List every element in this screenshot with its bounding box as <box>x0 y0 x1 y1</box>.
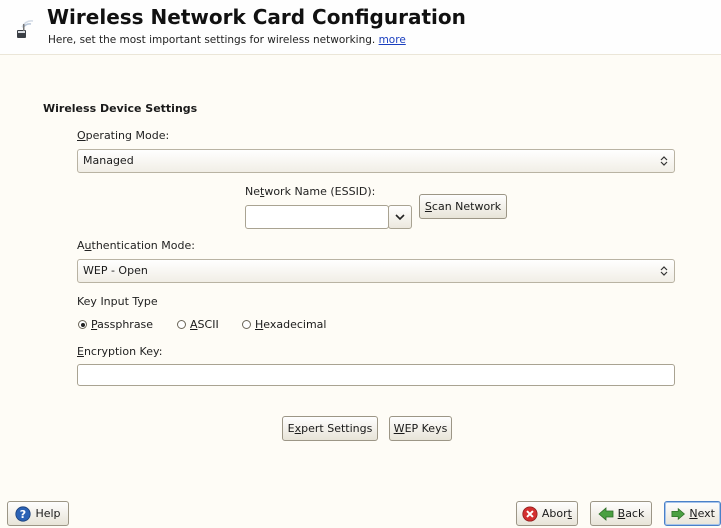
encryption-key-label: Encryption Key: <box>77 345 163 358</box>
back-arrow-icon <box>598 506 614 521</box>
scan-network-button[interactable]: Scan Network <box>419 194 507 219</box>
subtitle-text: Here, set the most important settings fo… <box>48 34 376 46</box>
radio-indicator <box>177 320 186 329</box>
abort-icon <box>522 505 538 522</box>
essid-label: Network Name (ESSID): <box>245 185 376 198</box>
abort-button[interactable]: Abort <box>516 501 578 526</box>
more-link[interactable]: more <box>379 34 406 46</box>
radio-hexadecimal[interactable]: Hexadecimal <box>242 318 326 331</box>
updown-arrows-icon <box>660 260 668 282</box>
next-arrow-icon <box>671 507 686 520</box>
radio-passphrase[interactable]: Passphrase <box>78 318 153 331</box>
expert-settings-button[interactable]: Expert Settings <box>282 416 378 441</box>
essid-input[interactable] <box>245 205 389 229</box>
essid-dropdown-button[interactable] <box>388 205 412 229</box>
authentication-mode-label: Authentication Mode: <box>77 239 195 252</box>
back-button[interactable]: Back <box>590 501 652 526</box>
wep-keys-button[interactable]: WEP Keys <box>389 416 452 441</box>
operating-mode-select[interactable]: Managed <box>77 149 675 173</box>
radio-ascii[interactable]: ASCII <box>177 318 219 331</box>
updown-arrows-icon <box>660 150 668 172</box>
chevron-down-icon <box>395 213 405 220</box>
page-subtitle: Here, set the most important settings fo… <box>48 34 406 46</box>
operating-mode-value: Managed <box>83 154 134 167</box>
page-header: Wireless Network Card Configuration Here… <box>0 0 721 55</box>
next-button[interactable]: Next <box>664 501 721 526</box>
authentication-mode-value: WEP - Open <box>83 264 148 277</box>
encryption-key-input[interactable] <box>77 364 675 386</box>
authentication-mode-select[interactable]: WEP - Open <box>77 259 675 283</box>
radio-indicator <box>78 320 87 329</box>
key-input-type-label: Key Input Type <box>77 295 158 308</box>
section-title: Wireless Device Settings <box>43 102 198 115</box>
help-button[interactable]: ? Help <box>7 501 69 526</box>
help-icon: ? <box>15 505 32 522</box>
page-title: Wireless Network Card Configuration <box>47 5 466 29</box>
radio-indicator <box>242 320 251 329</box>
wireless-card-icon <box>17 20 34 38</box>
operating-mode-label: Operating Mode: <box>77 129 170 142</box>
svg-text:?: ? <box>20 508 26 521</box>
